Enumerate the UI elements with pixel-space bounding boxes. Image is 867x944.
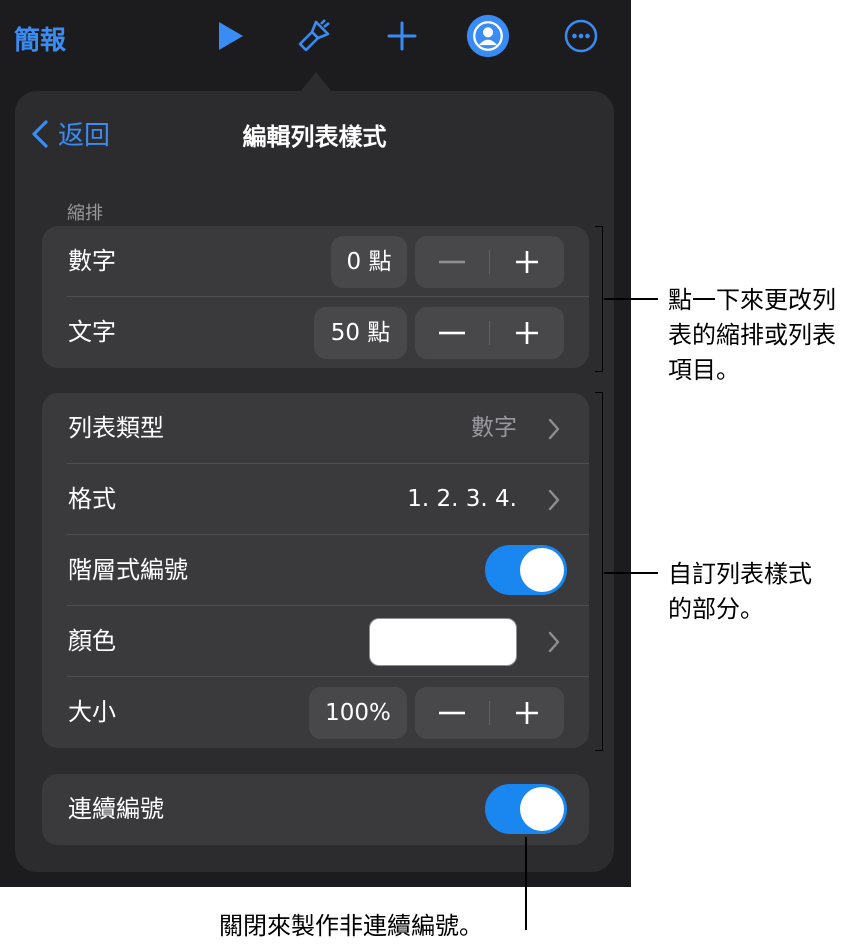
size-row: 大小 100% xyxy=(42,677,589,748)
indent-text-decrease-button[interactable] xyxy=(415,307,489,359)
minus-icon xyxy=(439,711,465,715)
minus-icon xyxy=(439,260,465,264)
collaborate-icon[interactable] xyxy=(466,14,510,58)
size-decrease-button[interactable] xyxy=(415,687,489,739)
continue-leader-line xyxy=(525,837,527,930)
list-type-label: 列表類型 xyxy=(68,414,164,442)
tiered-numbering-label: 階層式編號 xyxy=(68,556,188,584)
more-icon[interactable] xyxy=(559,14,603,58)
customize-leader-line xyxy=(604,572,658,574)
color-row[interactable]: 顏色 xyxy=(42,606,589,677)
indent-number-value[interactable]: 0 點 xyxy=(331,236,407,288)
indent-number-stepper xyxy=(415,236,564,288)
continue-numbering-toggle[interactable] xyxy=(485,784,567,834)
play-icon[interactable] xyxy=(208,14,252,58)
edit-list-style-popover: 返回 編輯列表樣式 縮排 數字 0 點 文字 50 點 列表類型 數字 格式 1… xyxy=(15,91,614,872)
indent-number-row: 數字 0 點 xyxy=(42,226,589,297)
tiered-numbering-toggle[interactable] xyxy=(485,545,567,595)
continue-numbering-row: 連續編號 xyxy=(42,774,589,845)
indent-text-stepper xyxy=(415,307,564,359)
continue-numbering-group: 連續編號 xyxy=(42,774,589,845)
indent-text-label: 文字 xyxy=(68,318,116,346)
add-icon[interactable] xyxy=(380,14,424,58)
indent-text-row: 文字 50 點 xyxy=(42,297,589,368)
minus-icon xyxy=(439,331,465,335)
plus-icon xyxy=(516,702,538,724)
size-value[interactable]: 100% xyxy=(309,687,407,739)
ipad-screen: 簡報 返回 編輯列表樣式 縮排 數字 0 點 文字 50 點 列表類型 數字 格… xyxy=(0,0,631,887)
customize-bracket xyxy=(595,392,603,751)
indent-text-increase-button[interactable] xyxy=(490,307,564,359)
indent-section-label: 縮排 xyxy=(67,203,103,224)
format-row[interactable]: 格式 1. 2. 3. 4. xyxy=(42,464,589,535)
list-type-row[interactable]: 列表類型 數字 xyxy=(42,393,589,464)
indent-number-decrease-button[interactable] xyxy=(415,236,489,288)
size-label: 大小 xyxy=(68,698,116,726)
indent-callout: 點一下來更改列 表的縮排或列表 項目。 xyxy=(668,286,836,384)
indent-bracket xyxy=(595,226,603,372)
size-stepper xyxy=(415,687,564,739)
indent-number-increase-button[interactable] xyxy=(490,236,564,288)
indent-leader-line xyxy=(604,298,658,300)
plus-icon xyxy=(516,322,538,344)
chevron-right-icon xyxy=(548,631,560,653)
presentation-title[interactable]: 簡報 xyxy=(14,20,66,57)
color-swatch[interactable] xyxy=(369,618,517,666)
chevron-right-icon xyxy=(548,489,560,511)
popover-arrow xyxy=(300,72,332,92)
format-value: 1. 2. 3. 4. xyxy=(407,486,517,512)
continue-numbering-label: 連續編號 xyxy=(68,795,164,823)
indent-text-value[interactable]: 50 點 xyxy=(314,307,407,359)
plus-icon xyxy=(516,251,538,273)
list-type-value: 數字 xyxy=(471,415,517,441)
indent-number-label: 數字 xyxy=(68,247,116,275)
customize-callout: 自訂列表樣式 的部分。 xyxy=(668,560,812,623)
popover-title: 編輯列表樣式 xyxy=(242,123,387,151)
paintbrush-icon[interactable] xyxy=(292,14,336,58)
format-label: 格式 xyxy=(68,485,116,513)
chevron-right-icon xyxy=(548,418,560,440)
list-options-group: 列表類型 數字 格式 1. 2. 3. 4. 階層式編號 顏色 大小 100% xyxy=(42,393,589,748)
continue-callout: 關閉來製作非連續編號。 xyxy=(219,912,483,940)
tiered-numbering-row: 階層式編號 xyxy=(42,535,589,606)
indent-group: 數字 0 點 文字 50 點 xyxy=(42,226,589,368)
size-increase-button[interactable] xyxy=(490,687,564,739)
color-label: 顏色 xyxy=(68,627,116,655)
